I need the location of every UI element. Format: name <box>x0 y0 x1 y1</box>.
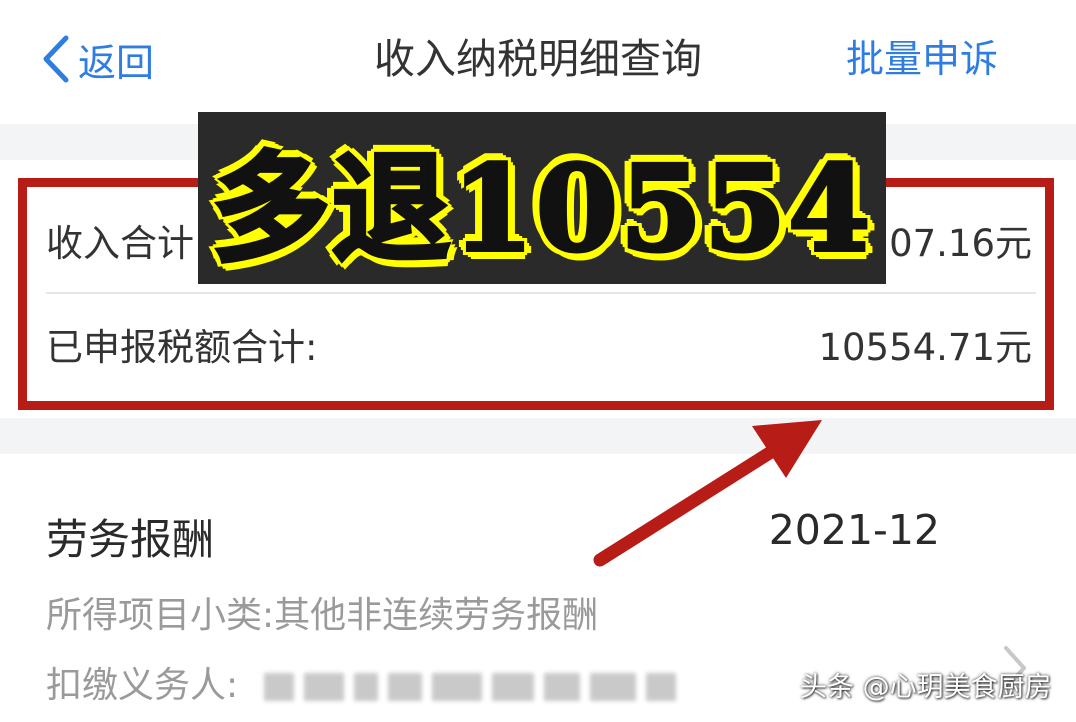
promo-banner: 多退10554 <box>198 112 886 284</box>
back-label: 返回 <box>78 40 155 85</box>
back-button[interactable]: 返回 <box>40 28 154 90</box>
blurred-withholder-name <box>263 673 686 701</box>
record-withholder: 扣缴义务人: <box>46 656 686 708</box>
chevron-left-icon <box>43 35 69 83</box>
batch-appeal-button[interactable]: 批量申诉 <box>846 28 998 90</box>
record-period: 2021-12 <box>768 506 940 554</box>
withholder-label: 扣缴义务人: <box>46 665 239 706</box>
record-title: 劳务报酬 <box>46 515 215 564</box>
record-subcategory: 所得项目小类:其他非连续劳务报酬 <box>46 595 599 636</box>
section-gap <box>0 418 1076 454</box>
banner-text: 多退10554 <box>210 137 873 280</box>
navigation-bar: 返回 收入纳税明细查询 批量申诉 <box>0 0 1076 124</box>
watermark: 头条 @心玥美食厨房 <box>800 672 1052 703</box>
